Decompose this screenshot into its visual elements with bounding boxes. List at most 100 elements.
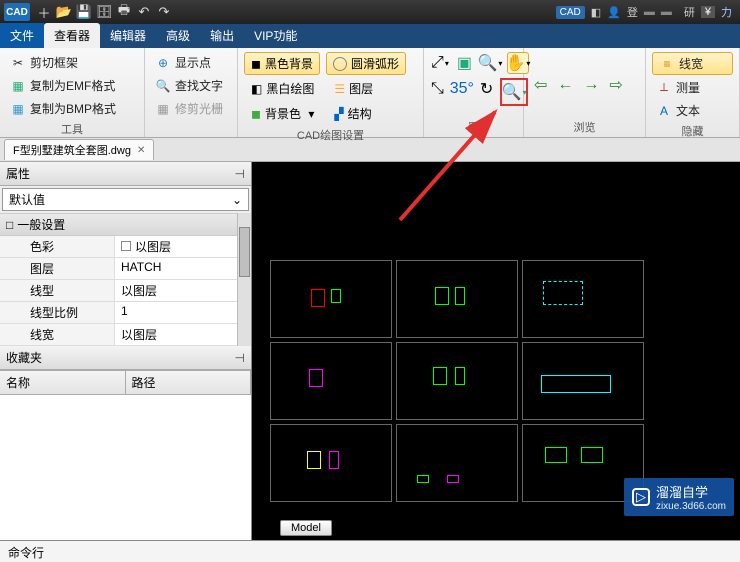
- app-logo: CAD: [4, 3, 30, 21]
- fav-col-path[interactable]: 路径: [126, 371, 252, 394]
- pin-icon[interactable]: ⊣: [235, 351, 245, 365]
- measure-button[interactable]: ⟂测量: [652, 77, 733, 98]
- zoom-all-icon[interactable]: ⤡: [430, 78, 445, 100]
- text-icon: A: [656, 103, 672, 119]
- favorites-table: 名称 路径: [0, 370, 251, 540]
- ribbon-group-browse: ⇦ ← → ⇨ 浏览: [524, 48, 646, 137]
- search-icon: 🔍: [155, 78, 171, 94]
- file-tab[interactable]: F型别墅建筑全套图.dwg ✕: [4, 139, 154, 160]
- bmp-icon: ▦: [10, 101, 26, 117]
- structure-icon: ▞: [334, 107, 343, 121]
- close-icon[interactable]: ✕: [137, 145, 145, 156]
- layers-button[interactable]: ☰图层: [327, 77, 380, 100]
- print-icon[interactable]: 🖶: [114, 2, 134, 22]
- undo-icon[interactable]: ↶: [134, 2, 154, 22]
- menu-bar: 文件 查看器 编辑器 高级 输出 VIP功能: [0, 24, 740, 48]
- crop-frame-button[interactable]: ✂剪切框架: [6, 52, 138, 73]
- watermark-brand: 溜溜自学: [656, 485, 708, 500]
- nav-prev-icon[interactable]: ←: [553, 74, 577, 96]
- tab-viewer[interactable]: 查看器: [44, 23, 100, 48]
- default-label: 默认值: [9, 191, 45, 208]
- file-tab-label: F型别墅建筑全套图.dwg: [13, 142, 131, 158]
- drawing-thumbnails: [270, 260, 644, 502]
- show-point-button[interactable]: ⊕显示点: [151, 52, 231, 73]
- user-icon[interactable]: 👤: [607, 6, 621, 19]
- trim-grid-button[interactable]: ▦修剪光栅: [151, 98, 231, 119]
- prop-row: 线型比例1: [0, 302, 237, 324]
- properties-header: 属性 ⊣: [0, 162, 251, 186]
- group-label-position: 置: [430, 119, 517, 135]
- circle-icon: [333, 57, 347, 71]
- play-icon: ▷: [632, 488, 650, 506]
- group-label-tools: 工具: [6, 121, 138, 137]
- user-suffix: 研: [684, 4, 695, 20]
- zoom-in-icon[interactable]: 🔍▾: [479, 52, 501, 74]
- find-text-button[interactable]: 🔍查找文字: [151, 75, 231, 96]
- black-bg-button[interactable]: ◼黑色背景: [244, 52, 320, 75]
- scrollbar[interactable]: [237, 213, 251, 346]
- bg-icon: ◼: [251, 57, 261, 71]
- text-button[interactable]: A文本: [652, 100, 733, 121]
- color-icon: ◼: [251, 107, 261, 121]
- properties-grid: □一般设置 色彩以图层 图层HATCH 线型以图层 线型比例1 线宽以图层: [0, 213, 237, 346]
- smooth-arc-button[interactable]: 圆滑弧形: [326, 52, 406, 75]
- bw-icon: ◧: [251, 82, 262, 96]
- structure-button[interactable]: ▞结构: [327, 102, 378, 125]
- favorites-header: 收藏夹 ⊣: [0, 346, 251, 370]
- fav-col-name[interactable]: 名称: [0, 371, 126, 394]
- saveas-icon[interactable]: 🗄: [94, 2, 114, 22]
- copy-emf-button[interactable]: ▦复制为EMF格式: [6, 75, 138, 96]
- default-dropdown[interactable]: 默认值 ⌄: [2, 188, 249, 211]
- nav-first-icon[interactable]: ⇦: [530, 73, 551, 97]
- mystery-icon[interactable]: ◧: [591, 6, 601, 19]
- ribbon-group-tools: ✂剪切框架 ▦复制为EMF格式 ▦复制为BMP格式 工具: [0, 48, 145, 137]
- zoom-window-icon[interactable]: ▣: [456, 52, 473, 74]
- new-icon[interactable]: ＋: [34, 2, 54, 22]
- redo-icon[interactable]: ↷: [154, 2, 174, 22]
- ribbon-group-cad-settings: ◼黑色背景 圆滑弧形 ◧黑白绘图 ☰图层 ◼背景色 ▾ ▞结构 CAD绘图设置: [238, 48, 424, 137]
- layers-icon: ☰: [334, 82, 345, 96]
- title-right: CAD ◧ 👤 登 ▬▬ 研 ¥ 力: [556, 4, 732, 20]
- ribbon-group-display: ⊕显示点 🔍查找文字 ▦修剪光栅: [145, 48, 238, 137]
- yen-icon[interactable]: ¥: [701, 6, 715, 18]
- group-label-hide: 隐藏: [652, 123, 733, 139]
- copy-bmp-button[interactable]: ▦复制为BMP格式: [6, 98, 138, 119]
- group-label-cad: CAD绘图设置: [244, 127, 417, 143]
- watermark: ▷ 溜溜自学 zixue.3d66.com: [624, 478, 734, 516]
- scissors-icon: ✂: [10, 55, 26, 71]
- bw-draw-button[interactable]: ◧黑白绘图: [244, 77, 321, 100]
- left-panel: 属性 ⊣ 默认值 ⌄ □一般设置 色彩以图层 图层HATCH 线型以图层 线型比…: [0, 162, 252, 540]
- open-icon[interactable]: 📂: [54, 2, 74, 22]
- watermark-url: zixue.3d66.com: [656, 501, 726, 512]
- ribbon-group-position: ⤢▾ ▣ 🔍▾ ✋▾ ⤡ 35° ↻ 🔍▾ 置: [424, 48, 524, 137]
- prop-row: 色彩以图层: [0, 236, 237, 258]
- bg-color-button[interactable]: ◼背景色 ▾: [244, 102, 321, 125]
- tab-file[interactable]: 文件: [0, 23, 44, 48]
- pin-icon[interactable]: ⊣: [235, 167, 245, 181]
- command-line[interactable]: 命令行: [0, 540, 740, 562]
- zoom-extent-icon[interactable]: ⤢▾: [430, 52, 450, 74]
- tab-editor[interactable]: 编辑器: [100, 23, 156, 48]
- ribbon: ✂剪切框架 ▦复制为EMF格式 ▦复制为BMP格式 工具 ⊕显示点 🔍查找文字 …: [0, 48, 740, 138]
- ruler-icon: ⟂: [656, 80, 672, 96]
- chevron-down-icon: ⌄: [232, 193, 242, 207]
- nav-last-icon[interactable]: ⇨: [605, 73, 626, 97]
- line-width-button[interactable]: ≡线宽: [652, 52, 733, 75]
- save-icon[interactable]: 💾: [74, 2, 94, 22]
- emf-icon: ▦: [10, 78, 26, 94]
- rotate-icon[interactable]: 35°: [451, 78, 473, 100]
- cad-badge: CAD: [556, 6, 585, 19]
- prop-row: 图层HATCH: [0, 258, 237, 280]
- nav-next-icon[interactable]: →: [579, 74, 603, 96]
- user-prefix: 登: [627, 4, 638, 20]
- orbit-icon[interactable]: ↻: [479, 78, 494, 100]
- properties-title: 属性: [6, 165, 30, 182]
- group-label-browse: 浏览: [530, 119, 639, 135]
- prop-row: 线型以图层: [0, 280, 237, 302]
- tail-text: 力: [721, 4, 732, 20]
- tab-output[interactable]: 输出: [200, 23, 244, 48]
- tab-advanced[interactable]: 高级: [156, 23, 200, 48]
- tab-vip[interactable]: VIP功能: [244, 23, 307, 48]
- model-tab[interactable]: Model: [280, 520, 332, 536]
- prop-category[interactable]: □一般设置: [0, 213, 237, 236]
